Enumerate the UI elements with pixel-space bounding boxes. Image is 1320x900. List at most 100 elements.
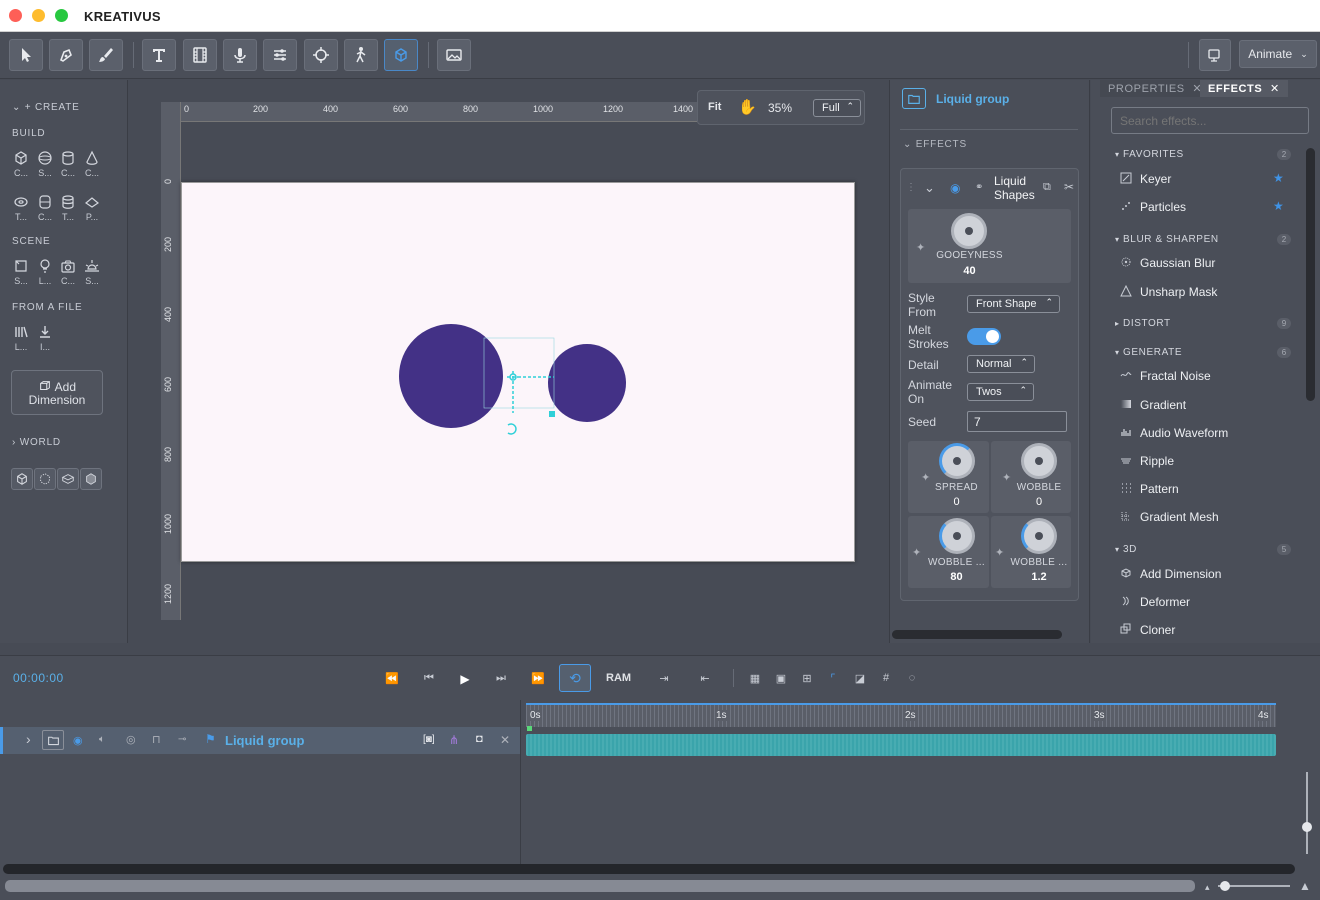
chevron-down-icon[interactable]: ⌄ bbox=[924, 180, 935, 196]
scene-camera-item[interactable]: C... bbox=[57, 258, 79, 286]
scissors-icon[interactable]: ✂ bbox=[1064, 180, 1074, 194]
skip-back-icon[interactable]: ⏮ bbox=[420, 672, 438, 686]
skip-forward-icon[interactable]: ⏭ bbox=[492, 672, 510, 686]
effect-pattern[interactable]: Pattern bbox=[1140, 482, 1179, 496]
tab-properties[interactable]: PROPERTIES ✕ bbox=[1100, 80, 1211, 97]
spread-control[interactable]: ✦ SPREAD 0 bbox=[908, 441, 989, 513]
timecode[interactable]: 00:00:00 bbox=[13, 671, 64, 685]
audio-tool-button[interactable] bbox=[223, 39, 257, 71]
timeline-zoom-slider[interactable] bbox=[1218, 881, 1290, 891]
effect-gradient-mesh[interactable]: Gradient Mesh bbox=[1140, 510, 1219, 524]
timeline-horizontal-scrollbar[interactable] bbox=[3, 864, 1295, 874]
effect-cloner[interactable]: Cloner bbox=[1140, 623, 1175, 637]
scene-stage-item[interactable]: S... bbox=[10, 258, 32, 286]
build-cube-item[interactable]: C... bbox=[10, 150, 32, 178]
node-icon[interactable]: ⋔ bbox=[449, 733, 459, 747]
audio-speaker-icon[interactable]: 🔈︎ bbox=[99, 734, 105, 745]
loop-button[interactable]: ⟲ bbox=[559, 664, 591, 692]
tab-effects[interactable]: EFFECTS ✕ bbox=[1200, 80, 1288, 97]
close-icon[interactable]: ✕ bbox=[1270, 83, 1280, 95]
world-solid-button[interactable] bbox=[80, 468, 102, 490]
rewind-icon[interactable]: ⏪ bbox=[383, 672, 401, 686]
guides-icon[interactable]: ⊞ bbox=[798, 672, 816, 686]
matte-icon[interactable]: ◘ bbox=[476, 733, 483, 745]
image-tool-button[interactable] bbox=[437, 39, 471, 71]
select-tool-button[interactable] bbox=[9, 39, 43, 71]
build-cylinder-item[interactable]: C... bbox=[57, 150, 79, 178]
gooeyness-control[interactable]: ✦ GOOEYNESS 40 bbox=[908, 209, 1071, 283]
wobble-scale-knob[interactable] bbox=[1021, 518, 1057, 554]
3d-tool-button[interactable] bbox=[384, 39, 418, 71]
file-library-item[interactable]: L... bbox=[10, 324, 32, 352]
ram-preview-button[interactable]: RAM bbox=[606, 672, 631, 684]
effect-gradient[interactable]: Gradient bbox=[1140, 398, 1186, 412]
favorite-star-icon[interactable]: ★ bbox=[1273, 171, 1284, 185]
build-tube-item[interactable]: T... bbox=[57, 194, 79, 222]
world-points-button[interactable] bbox=[34, 468, 56, 490]
build-sphere-item[interactable]: S... bbox=[34, 150, 56, 178]
vertical-zoom-slider[interactable] bbox=[1302, 772, 1312, 854]
distort-category[interactable]: ▸ DISTORT bbox=[1115, 318, 1171, 329]
blur-sharpen-category[interactable]: ▾ BLUR & SHARPEN bbox=[1115, 234, 1219, 245]
parent-link-icon[interactable]: ⊸ bbox=[178, 734, 186, 745]
media-tool-button[interactable] bbox=[183, 39, 217, 71]
set-out-point-icon[interactable]: ⇥ bbox=[655, 672, 673, 686]
set-in-point-icon[interactable]: ⇤ bbox=[696, 672, 714, 686]
wobble-scale-control[interactable]: ✦ WOBBLE ... 1.2 bbox=[991, 516, 1071, 588]
text-tool-button[interactable] bbox=[142, 39, 176, 71]
link-icon[interactable]: ⚭ bbox=[975, 182, 983, 193]
safe-area-icon[interactable]: ▣ bbox=[772, 672, 790, 686]
detail-select[interactable]: Normal bbox=[967, 355, 1035, 373]
animate-on-select[interactable]: Twos bbox=[967, 383, 1034, 401]
motion-blur-icon[interactable]: ◌ bbox=[903, 672, 921, 686]
wobble-knob[interactable] bbox=[1021, 443, 1057, 479]
effect-add-dimension[interactable]: Add Dimension bbox=[1140, 567, 1221, 581]
transparency-icon[interactable]: ◪ bbox=[851, 672, 869, 686]
play-icon[interactable]: ▶ bbox=[456, 672, 474, 686]
add-dimension-button[interactable]: Add Dimension bbox=[11, 370, 103, 415]
quality-select[interactable]: Full bbox=[813, 99, 861, 117]
build-torus-item[interactable]: T... bbox=[10, 194, 32, 222]
effect-deformer[interactable]: Deformer bbox=[1140, 595, 1190, 609]
rig-tool-button[interactable] bbox=[344, 39, 378, 71]
grid-icon[interactable]: ▦ bbox=[746, 672, 764, 686]
animate-dropdown[interactable]: Animate ⌄ bbox=[1239, 40, 1317, 68]
wobble-control[interactable]: ✦ WOBBLE 0 bbox=[991, 441, 1071, 513]
eye-icon[interactable]: ◉ bbox=[950, 181, 960, 195]
solo-icon[interactable]: ◎ bbox=[126, 733, 136, 746]
timeline-zoom-track[interactable] bbox=[5, 880, 1195, 892]
world-header[interactable]: › WORLD bbox=[12, 437, 61, 448]
favorite-star-icon[interactable]: ★ bbox=[1273, 199, 1284, 213]
zoom-percent[interactable]: 35% bbox=[768, 101, 792, 115]
corner-icon[interactable]: ⌜ bbox=[824, 672, 842, 686]
expand-chevron-icon[interactable]: › bbox=[26, 731, 31, 747]
close-icon[interactable]: ✕ bbox=[500, 733, 510, 747]
search-effects-input[interactable] bbox=[1111, 107, 1309, 134]
frame-icon[interactable]: # bbox=[877, 672, 895, 686]
duplicate-icon[interactable]: ⧉ bbox=[1043, 181, 1051, 194]
effects-section-header[interactable]: ⌄ EFFECTS bbox=[903, 139, 967, 150]
world-cube-button[interactable] bbox=[11, 468, 33, 490]
present-button[interactable] bbox=[1199, 39, 1231, 71]
zoom-fit-button[interactable]: Fit bbox=[708, 101, 721, 113]
wobble-speed-control[interactable]: ✦ WOBBLE ... 80 bbox=[908, 516, 989, 588]
mask-icon[interactable]: [◙] bbox=[423, 734, 435, 745]
adjust-tool-button[interactable] bbox=[263, 39, 297, 71]
build-capsule-item[interactable]: C... bbox=[34, 194, 56, 222]
zoom-window-button[interactable] bbox=[55, 9, 68, 22]
effect-audio-waveform[interactable]: Audio Waveform bbox=[1140, 426, 1228, 440]
effect-gaussian-blur[interactable]: Gaussian Blur bbox=[1140, 256, 1215, 270]
fx-panel-scrollbar[interactable] bbox=[892, 630, 1062, 639]
brush-tool-button[interactable] bbox=[89, 39, 123, 71]
effect-particles[interactable]: Particles bbox=[1140, 200, 1186, 214]
3d-category[interactable]: ▾ 3D bbox=[1115, 544, 1137, 555]
playhead-marker[interactable] bbox=[527, 726, 532, 731]
target-tool-button[interactable] bbox=[304, 39, 338, 71]
create-header[interactable]: ⌄ + CREATE bbox=[12, 102, 80, 113]
favorites-category[interactable]: ▾ FAVORITES bbox=[1115, 149, 1184, 160]
lock-icon[interactable]: ⊓ bbox=[152, 733, 161, 746]
generate-category[interactable]: ▾ GENERATE bbox=[1115, 347, 1182, 358]
pen-tool-button[interactable] bbox=[49, 39, 83, 71]
effect-ripple[interactable]: Ripple bbox=[1140, 454, 1174, 468]
build-cone-item[interactable]: C... bbox=[81, 150, 103, 178]
